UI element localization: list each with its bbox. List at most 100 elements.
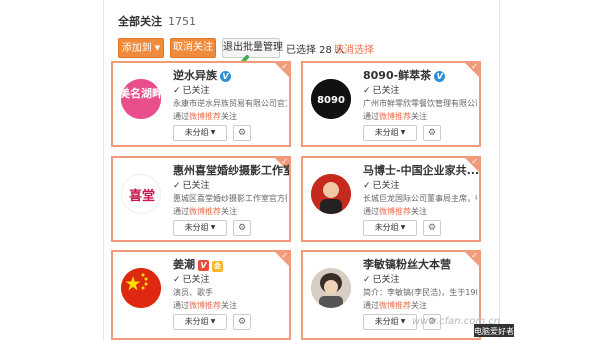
follow-status: ✓ 已关注 (173, 178, 210, 191)
via-suffix: 关注 (221, 301, 237, 310)
follow-source: 通过微博推荐关注 (173, 111, 237, 122)
group-dropdown[interactable]: 未分组 ▼ (363, 220, 417, 236)
group-dropdown[interactable]: 未分组 ▼ (173, 314, 227, 330)
settings-button[interactable]: ⚙ (423, 220, 441, 236)
via-prefix: 通过 (173, 112, 189, 121)
follow-status: ✓ 已关注 (363, 83, 400, 96)
watermark-logo: www.cfan.com.cn 电脑爱好者 (412, 316, 514, 337)
settings-button[interactable]: ⚙ (233, 314, 251, 330)
settings-button[interactable]: ⚙ (423, 125, 441, 141)
avatar-portrait-image (311, 268, 351, 308)
via-suffix: 关注 (221, 112, 237, 121)
group-label: 未分组 (184, 223, 209, 232)
check-icon: ✓ (363, 275, 371, 285)
chevron-down-icon: ▼ (400, 129, 406, 136)
recommend-link[interactable]: 微博推荐 (189, 207, 221, 216)
page-title: 全部关注 1751 (118, 13, 196, 29)
group-label: 未分组 (184, 128, 209, 137)
recommend-link[interactable]: 微博推荐 (379, 207, 411, 216)
user-name[interactable]: 马博士-中国企业家共...V (363, 162, 480, 178)
check-icon: ✓ (173, 181, 181, 191)
user-card[interactable]: ✓ 姜潮 V 会 ✓ 已关注 演员、歌手 通过微博推荐关注 未分组 ▼ ⚙ (111, 250, 291, 340)
recommend-link[interactable]: 微博推荐 (189, 301, 221, 310)
page-title-text: 全部关注 (118, 15, 162, 28)
check-icon: ✓ (173, 275, 181, 285)
chevron-down-icon: ▼ (210, 318, 216, 325)
settings-button[interactable]: ⚙ (233, 125, 251, 141)
group-dropdown[interactable]: 未分组 ▼ (173, 220, 227, 236)
user-card[interactable]: ✓ 马博士-中国企业家共...V ✓已关注 长城巨龙国际公司董事局主席，中...… (301, 156, 481, 242)
chevron-down-icon: ▼ (210, 224, 216, 231)
via-suffix: 关注 (221, 207, 237, 216)
check-icon: ✓ (281, 251, 288, 260)
flag-image (121, 268, 161, 308)
follow-source: 通过微博推荐关注 (363, 206, 427, 217)
user-description: 惠城区喜堂婚纱摄影工作室官方微博 (173, 194, 287, 203)
user-name-text: 姜潮 (173, 258, 195, 271)
follow-source: 通过微博推荐关注 (173, 300, 237, 311)
follow-source: 通过微博推荐关注 (173, 206, 237, 217)
follow-status-text: 已关注 (372, 86, 400, 96)
verified-badge-icon: V (434, 71, 446, 82)
user-name[interactable]: 惠州喜堂婚纱摄影工作室V (173, 162, 289, 178)
avatar[interactable]: 美名湖畔 (121, 79, 161, 119)
avatar[interactable]: 8090 (311, 79, 351, 119)
via-prefix: 通过 (173, 207, 189, 216)
batch-toolbar: 添加到 ▼ 取消关注 退出批量管理 已选择 28 人 取消选择 (118, 38, 496, 58)
check-icon: ✓ (471, 251, 478, 260)
group-label: 未分组 (184, 317, 209, 326)
unfollow-button[interactable]: 取消关注 (170, 38, 216, 58)
user-card[interactable]: ✓ 8090 8090-鲜萃茶 V ✓ 已关注 广州市鲜零欣零餐饮管理有限公司 通过… (301, 61, 481, 147)
user-name[interactable]: 李敏镐粉丝大本营 (363, 256, 451, 272)
follow-status-text: 已关注 (182, 86, 210, 96)
gear-icon: ⚙ (237, 223, 247, 233)
via-prefix: 通过 (173, 301, 189, 310)
avatar-logo-image: 8090 (311, 79, 351, 119)
svg-text:电脑爱好者: 电脑爱好者 (474, 326, 514, 336)
user-name[interactable]: 8090-鲜萃茶 V (363, 67, 446, 83)
user-name-text: 8090-鲜萃茶 (363, 69, 432, 82)
user-name-text: 李敏镐粉丝大本营 (363, 258, 451, 271)
via-prefix: 通过 (363, 301, 379, 310)
recommend-link[interactable]: 微博推荐 (189, 112, 221, 121)
avatar-logo-image: 喜堂 (122, 175, 160, 213)
follow-status-text: 已关注 (372, 275, 400, 285)
follow-status-text: 已关注 (372, 181, 400, 191)
group-dropdown[interactable]: 未分组 ▼ (173, 125, 227, 141)
group-dropdown[interactable]: 未分组 ▼ (363, 125, 417, 141)
avatar-logo-image: 美名湖畔 (121, 79, 161, 119)
user-name[interactable]: 逆水异族 V (173, 67, 231, 83)
add-to-button[interactable]: 添加到 ▼ (118, 38, 164, 58)
check-icon: ✓ (281, 62, 288, 71)
recommend-link[interactable]: 微博推荐 (379, 112, 411, 121)
user-name-text: 马博士-中国企业家共... (363, 164, 480, 177)
user-description: 广州市鲜零欣零餐饮管理有限公司 (363, 99, 477, 108)
via-prefix: 通过 (363, 112, 379, 121)
user-name[interactable]: 姜潮 V 会 (173, 256, 223, 272)
avatar[interactable] (311, 174, 351, 214)
user-card[interactable]: ✓ 喜堂 惠州喜堂婚纱摄影工作室V ✓已关注 惠城区喜堂婚纱摄影工作室官方微博 … (111, 156, 291, 242)
follow-count: 1751 (168, 15, 196, 28)
settings-button[interactable]: ⚙ (233, 220, 251, 236)
chevron-down-icon: ▼ (400, 224, 406, 231)
svg-text:美名湖畔: 美名湖畔 (121, 86, 161, 100)
check-icon: ✓ (173, 86, 181, 96)
user-description: 简介：李敏镐(李民浩)，生于1987... (363, 288, 477, 297)
gear-icon: ⚙ (427, 223, 437, 233)
follow-source: 通过微博推荐关注 (363, 111, 427, 122)
chevron-down-icon: ▼ (400, 318, 406, 325)
avatar[interactable]: 喜堂 (121, 174, 161, 214)
avatar-portrait-image (311, 174, 351, 214)
recommend-link[interactable]: 微博推荐 (379, 301, 411, 310)
exit-batch-label: 退出批量管理 (223, 42, 283, 53)
cancel-select-link[interactable]: 取消选择 (334, 41, 374, 56)
user-card[interactable]: ✓ 美名湖畔 逆水异族V ✓已关注 永康市逆水异族贸易有限公司官方... 通过微… (111, 61, 291, 147)
group-label: 未分组 (374, 223, 399, 232)
add-to-label: 添加到 (121, 43, 152, 54)
follow-status: ✓ 已关注 (363, 178, 400, 191)
avatar[interactable] (121, 268, 161, 308)
verified-badge-icon: V (198, 260, 209, 271)
user-description: 长城巨龙国际公司董事局主席，中... (363, 194, 477, 203)
check-icon: ✓ (363, 86, 371, 96)
avatar[interactable] (311, 268, 351, 308)
